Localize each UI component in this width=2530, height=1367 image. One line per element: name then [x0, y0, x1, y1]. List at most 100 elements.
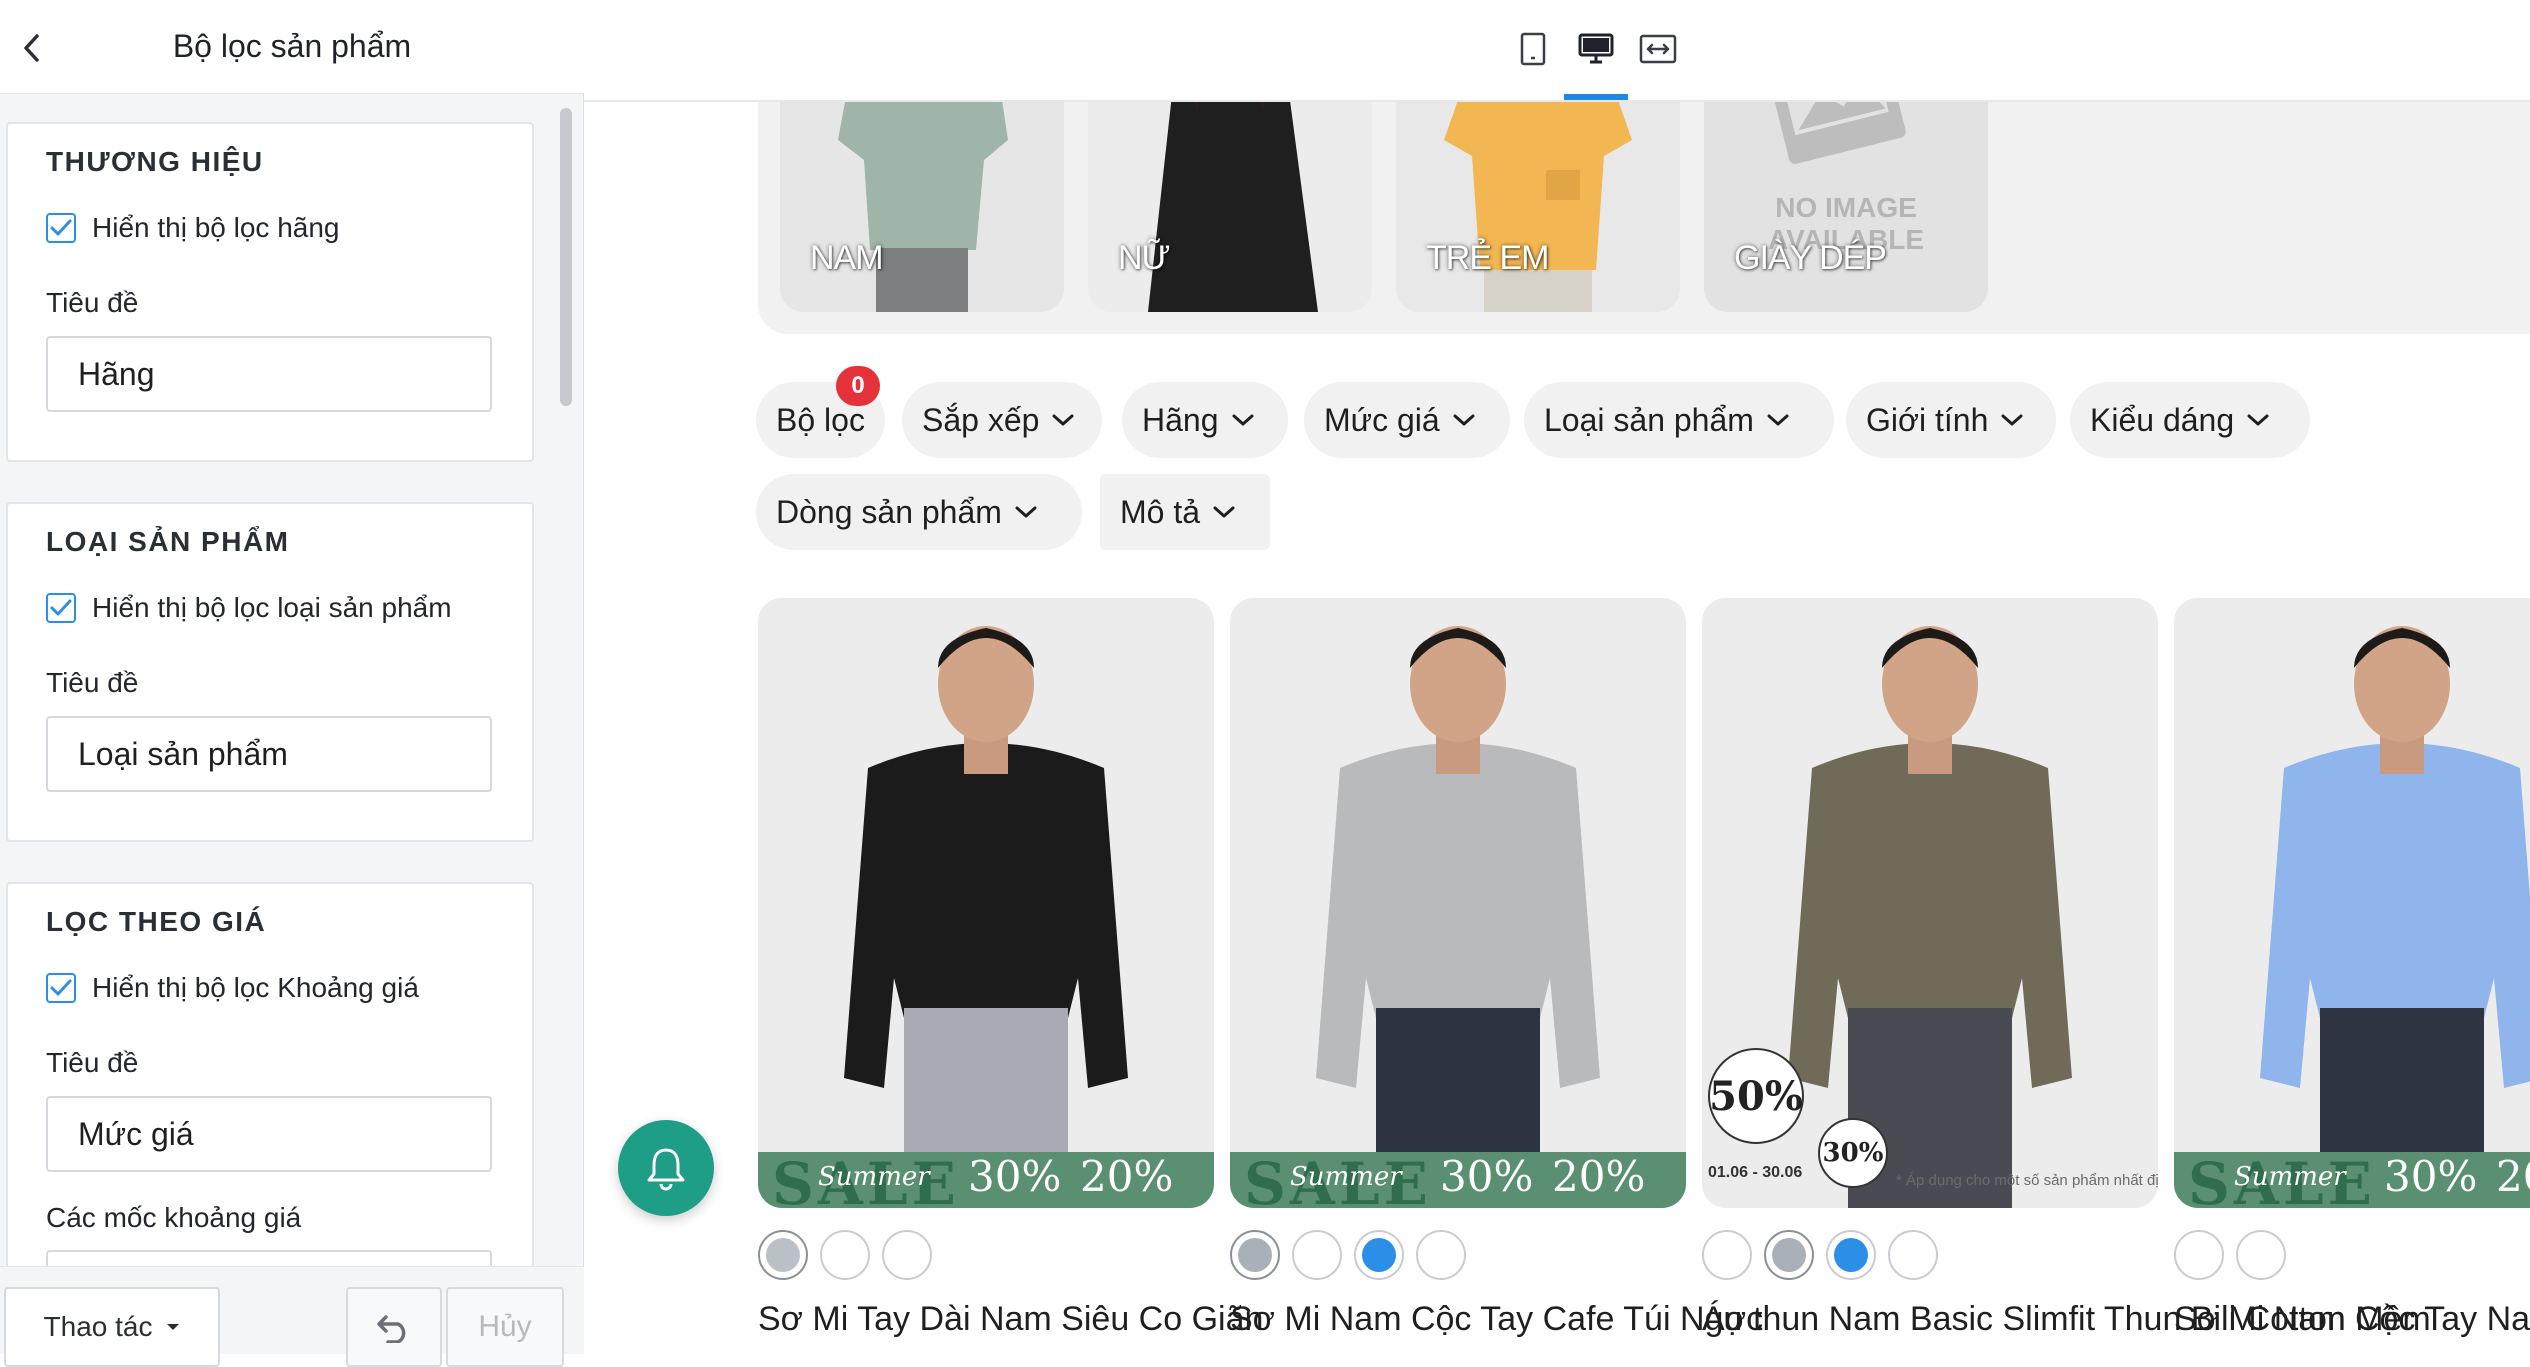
swatch-color — [2182, 1238, 2216, 1272]
product-name[interactable]: Sơ Mi Tay Dài Nam Siêu Co Giãn — [758, 1300, 1263, 1339]
product-card[interactable]: SALESummer30%20% — [758, 598, 1214, 1208]
price-ranges-label: Các mốc khoảng giá — [46, 1202, 302, 1233]
color-swatch[interactable] — [820, 1230, 870, 1280]
swatch-color — [1362, 1238, 1396, 1272]
filter-chip-product-line[interactable]: Dòng sản phẩm — [756, 474, 1082, 550]
notification-bell-button[interactable] — [618, 1120, 714, 1216]
color-swatch[interactable] — [1354, 1230, 1404, 1280]
product-photo — [2174, 598, 2530, 1208]
checkbox-label: Hiển thị bộ lọc hãng — [92, 212, 340, 243]
color-swatches — [758, 1230, 932, 1280]
product-name[interactable]: Sơ Mi Nam Cộc Tay Nano Co Giãn — [2174, 1300, 2530, 1339]
field-label: Tiêu đề — [46, 287, 139, 318]
filter-chip-price[interactable]: Mức giá — [1304, 382, 1510, 458]
field-label: Tiêu đề — [46, 1047, 139, 1078]
discount-20: 20% — [1552, 1152, 1646, 1201]
mobile-view-button[interactable] — [1504, 22, 1562, 76]
fullwidth-view-button[interactable] — [1629, 22, 1687, 76]
color-swatch[interactable] — [1416, 1230, 1466, 1280]
sale-banner: SALESummer30%20% — [758, 1150, 1214, 1208]
actions-label: Thao tác — [43, 1311, 153, 1342]
summer-text: Summer — [2234, 1162, 2346, 1192]
desktop-icon — [1578, 33, 1614, 64]
color-swatch[interactable] — [758, 1230, 808, 1280]
show-price-filter-checkbox[interactable]: Hiển thị bộ lọc Khoảng giá — [46, 972, 419, 1004]
checkmark-icon — [50, 979, 72, 996]
swatch-color — [766, 1238, 800, 1272]
filter-chip-description[interactable]: Mô tả — [1100, 474, 1270, 550]
color-swatch[interactable] — [1764, 1230, 1814, 1280]
checkmark-icon — [50, 219, 72, 236]
checkbox[interactable] — [46, 593, 76, 623]
promo-badge-30: 30% — [1818, 1118, 1888, 1188]
swatch-color — [1300, 1238, 1334, 1272]
cancel-button[interactable]: Hủy — [446, 1287, 564, 1367]
sale-banner: SALESummer30%20% — [1230, 1150, 1686, 1208]
desktop-view-button[interactable] — [1567, 22, 1625, 76]
swatch-color — [1710, 1238, 1744, 1272]
active-view-indicator — [1564, 94, 1628, 100]
promo-date: 01.06 - 30.06 — [1708, 1164, 1803, 1181]
chip-label: Loại sản phẩm — [1544, 401, 1754, 438]
section-title: THƯƠNG HIỆU — [46, 146, 264, 177]
filter-chip-style[interactable]: Kiểu dáng — [2070, 382, 2310, 458]
swatch-color — [828, 1238, 862, 1272]
settings-panel: Bộ lọc sản phẩm THƯƠNG HIỆU Hiển thị bộ … — [0, 0, 584, 1367]
checkmark-icon — [50, 599, 72, 616]
filter-chip-gender[interactable]: Giới tính — [1846, 382, 2056, 458]
filter-chip-brand[interactable]: Hãng — [1122, 382, 1288, 458]
panel-scroll-area: THƯƠNG HIỆU Hiển thị bộ lọc hãng Tiêu đề… — [0, 94, 584, 1266]
undo-button[interactable] — [346, 1287, 442, 1367]
color-swatch[interactable] — [1702, 1230, 1752, 1280]
discount-30: 30% — [968, 1152, 1062, 1201]
show-product-type-filter-checkbox[interactable]: Hiển thị bộ lọc loại sản phẩm — [46, 592, 452, 624]
category-label: NỮ — [1118, 239, 1171, 277]
product-type-title-input[interactable] — [46, 716, 492, 792]
section-brand: THƯƠNG HIỆU Hiển thị bộ lọc hãng Tiêu đề — [6, 122, 534, 462]
price-title-input[interactable] — [46, 1096, 492, 1172]
device-toolbar — [584, 0, 2530, 102]
discount-20: 20% — [2496, 1152, 2530, 1201]
product-photo — [758, 598, 1214, 1208]
color-swatch[interactable] — [882, 1230, 932, 1280]
brand-title-input[interactable] — [46, 336, 492, 412]
section-product-type: LOẠI SẢN PHẨM Hiển thị bộ lọc loại sản p… — [6, 502, 534, 842]
price-ranges-input[interactable] — [46, 1250, 492, 1266]
product-card[interactable]: SALESummer30%20% — [1230, 598, 1686, 1208]
product-name[interactable]: Sơ Mi Nam Cộc Tay Cafe Túi Ngực — [1230, 1300, 1763, 1339]
category-label: TRẺ EM — [1426, 239, 1549, 277]
discount-30: 30% — [2384, 1152, 2478, 1201]
filter-chip-sort[interactable]: Sắp xếp — [902, 382, 1102, 458]
panel-scrollbar[interactable] — [556, 100, 576, 1266]
color-swatch[interactable] — [2236, 1230, 2286, 1280]
color-swatch[interactable] — [1888, 1230, 1938, 1280]
chevron-down-icon — [1015, 506, 1037, 518]
show-brand-filter-checkbox[interactable]: Hiển thị bộ lọc hãng — [46, 212, 340, 244]
color-swatch[interactable] — [2174, 1230, 2224, 1280]
section-title: LOẠI SẢN PHẨM — [46, 526, 290, 557]
undo-icon — [377, 1315, 406, 1343]
color-swatch[interactable] — [1230, 1230, 1280, 1280]
product-card[interactable]: SALESummer30%20% — [2174, 598, 2530, 1208]
bell-icon — [647, 1148, 685, 1191]
color-swatch[interactable] — [1292, 1230, 1342, 1280]
category-label: NAM — [810, 239, 884, 277]
caret-down-icon — [167, 1324, 180, 1330]
product-card[interactable]: 50% 30% 01.06 - 30.06 * Áp dụng cho một số … — [1702, 598, 2158, 1208]
section-price: LỌC THEO GIÁ Hiển thị bộ lọc Khoảng giá … — [6, 882, 534, 1266]
back-button[interactable] — [8, 24, 56, 72]
checkbox[interactable] — [46, 973, 76, 1003]
discount-20: 20% — [1080, 1152, 1174, 1201]
actions-dropdown-button[interactable]: Thao tác — [4, 1287, 220, 1367]
chevron-down-icon — [2247, 414, 2269, 426]
checkbox[interactable] — [46, 213, 76, 243]
chip-label: Mô tả — [1120, 493, 1201, 530]
chevron-down-icon — [1453, 414, 1475, 426]
filter-chip-product-type[interactable]: Loại sản phẩm — [1524, 382, 1834, 458]
chip-label: Mức giá — [1324, 401, 1440, 438]
scrollbar-thumb[interactable] — [560, 108, 572, 406]
chip-label: Giới tính — [1866, 401, 1989, 438]
color-swatch[interactable] — [1826, 1230, 1876, 1280]
chip-label: Bộ lọc — [776, 401, 865, 438]
section-title: LỌC THEO GIÁ — [46, 906, 267, 937]
